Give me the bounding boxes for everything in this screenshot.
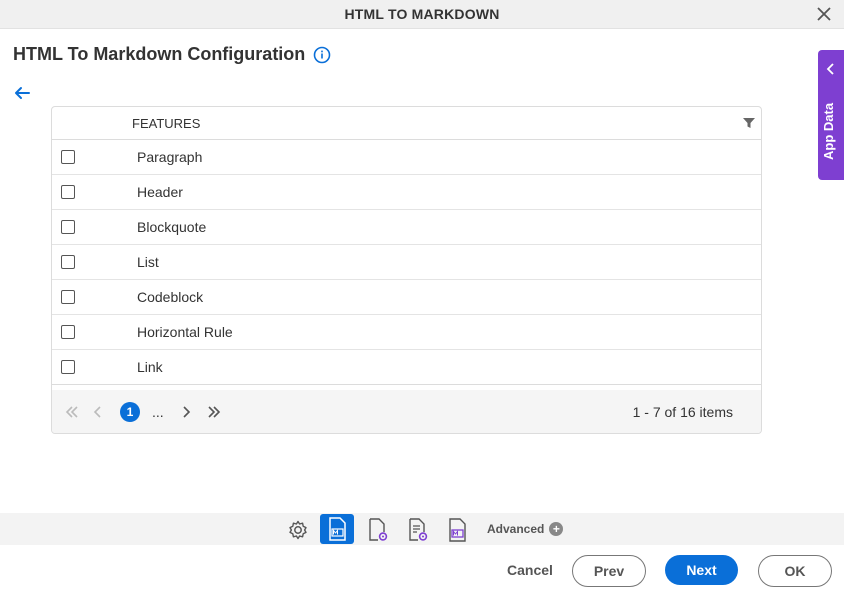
- next-page-icon[interactable]: [176, 402, 196, 422]
- window-title: HTML TO MARKDOWN: [344, 6, 500, 22]
- page-1-button[interactable]: 1: [120, 401, 140, 422]
- row-label: Paragraph: [137, 149, 203, 165]
- window-titlebar: HTML TO MARKDOWN: [0, 0, 844, 29]
- filter-icon[interactable]: [742, 116, 756, 130]
- row-checkbox[interactable]: [61, 150, 75, 164]
- row-checkbox[interactable]: [61, 185, 75, 199]
- grid-pager: 1 ... 1 - 7 of 16 items: [52, 390, 761, 433]
- table-row: Horizontal Rule: [52, 315, 761, 350]
- table-row: List: [52, 245, 761, 280]
- markdown-output-icon[interactable]: [444, 516, 472, 544]
- row-label: Blockquote: [137, 219, 207, 235]
- app-data-panel-tab[interactable]: App Data: [818, 50, 844, 180]
- app-data-label: App Data: [821, 102, 836, 160]
- back-arrow-icon[interactable]: [13, 84, 33, 104]
- chevron-left-icon: [826, 62, 836, 75]
- page-ellipsis[interactable]: ...: [152, 404, 164, 420]
- advanced-button[interactable]: Advanced +: [487, 522, 564, 536]
- table-row: Codeblock: [52, 280, 761, 315]
- row-checkbox[interactable]: [61, 290, 75, 304]
- pager-info: 1 - 7 of 16 items: [632, 403, 733, 420]
- table-row: Link: [52, 350, 761, 385]
- column-header-features[interactable]: FEATURES: [132, 116, 200, 131]
- grid-header: FEATURES: [52, 107, 761, 140]
- markdown-file-icon[interactable]: [320, 514, 354, 544]
- first-page-icon[interactable]: [62, 402, 82, 422]
- bottom-toolbar: Advanced +: [0, 513, 844, 545]
- prev-button[interactable]: Prev: [572, 555, 646, 587]
- info-icon[interactable]: [313, 46, 331, 64]
- document-settings-icon[interactable]: [404, 516, 432, 544]
- page-title: HTML To Markdown Configuration: [13, 44, 306, 64]
- table-row: Header: [52, 175, 761, 210]
- table-row: Blockquote: [52, 210, 761, 245]
- close-icon[interactable]: [814, 4, 834, 24]
- row-checkbox[interactable]: [61, 255, 75, 269]
- row-checkbox[interactable]: [61, 325, 75, 339]
- row-label: List: [137, 254, 159, 270]
- row-checkbox[interactable]: [61, 360, 75, 374]
- row-label: Link: [137, 359, 163, 375]
- row-label: Horizontal Rule: [137, 324, 233, 340]
- next-button[interactable]: Next: [665, 555, 738, 585]
- row-checkbox[interactable]: [61, 220, 75, 234]
- last-page-icon[interactable]: [204, 402, 224, 422]
- page-title-row: HTML To Markdown Configuration: [13, 44, 331, 65]
- advanced-label: Advanced: [487, 522, 545, 536]
- plus-icon: +: [549, 522, 564, 536]
- row-label: Codeblock: [137, 289, 204, 305]
- features-grid: FEATURES Paragraph Header Blockquote Lis…: [51, 106, 762, 434]
- prev-page-icon[interactable]: [88, 402, 108, 422]
- cancel-button[interactable]: Cancel: [503, 555, 557, 585]
- row-label: Header: [137, 184, 183, 200]
- ok-button[interactable]: OK: [758, 555, 832, 587]
- file-settings-icon[interactable]: [364, 516, 392, 544]
- table-row: Paragraph: [52, 140, 761, 175]
- gear-icon[interactable]: [284, 516, 312, 544]
